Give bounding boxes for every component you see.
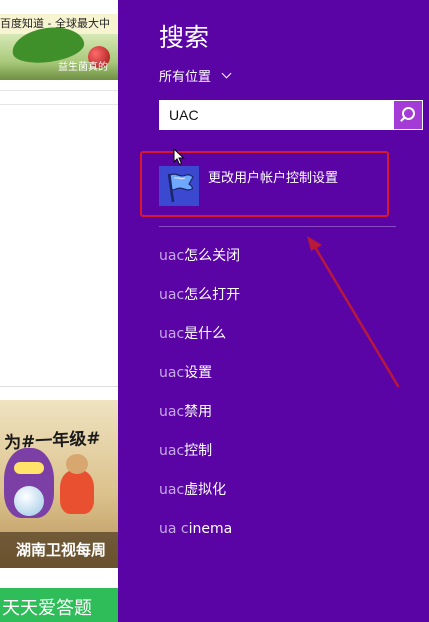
suggestion-query-prefix: uac (159, 248, 185, 264)
suggestion-text: 控制 (184, 443, 213, 459)
suggestion-query-prefix: uac (159, 287, 185, 303)
suggestion-query-prefix: uac (159, 404, 185, 420)
suggestion-item[interactable]: uac禁用 (159, 394, 396, 433)
suggestion-item[interactable]: uac怎么关闭 (159, 238, 396, 277)
suggestion-query-prefix: uac (159, 443, 185, 459)
quiz-banner-text: 天天爱答题 (2, 598, 92, 619)
suggestion-text: 虚拟化 (184, 482, 227, 498)
search-scope-dropdown[interactable]: 所有位置 (159, 66, 232, 85)
ad-banner-text: 益生菌真的 (58, 62, 108, 73)
search-charm-panel: 搜索 所有位置 更改用户帐户控制设置 uac怎么关闭uac怎么打开uac是什么u… (118, 0, 429, 622)
ad-banner[interactable]: 益生菌真的 (0, 23, 118, 80)
cartoon-kid-image (60, 454, 94, 514)
panel-title: 搜索 (159, 23, 210, 52)
tv-promo-image[interactable]: 为#一年级# 湖南卫视每周 (0, 400, 118, 568)
divider (0, 104, 118, 105)
suggestion-item[interactable]: uac设置 (159, 355, 396, 394)
suggestion-text: inema (188, 521, 233, 537)
suggestion-text: 怎么关闭 (184, 248, 241, 264)
suggestion-query-prefix: uac (159, 482, 185, 498)
search-button[interactable] (394, 101, 422, 129)
suggestion-list: uac怎么关闭 uac怎么打开 uac是什么 uac设置 uac禁用 uac控制 uac虚拟… (159, 238, 396, 550)
promo-caption: 湖南卫视每周 (0, 532, 118, 568)
mouse-cursor-icon (173, 148, 185, 166)
suggestion-text: 怎么打开 (184, 287, 241, 303)
results-divider (159, 226, 396, 227)
divider (0, 90, 118, 91)
suggestion-item[interactable]: uac是什么 (159, 316, 396, 355)
suggestion-text: 禁用 (184, 404, 213, 420)
suggestion-item[interactable]: uac怎么打开 (159, 277, 396, 316)
uac-flag-icon (159, 166, 199, 206)
suggestion-query-prefix: uac (159, 365, 185, 381)
scope-label: 所有位置 (159, 70, 212, 85)
chevron-down-icon (221, 68, 232, 79)
suggestion-item[interactable]: uac控制 (159, 433, 396, 472)
suggestion-query-prefix: uac (159, 326, 185, 342)
suggestion-text: 设置 (184, 365, 213, 381)
crystal-ball-image (14, 486, 44, 516)
top-result-item[interactable]: 更改用户帐户控制设置 (149, 159, 392, 215)
suggestion-item[interactable]: ua cinema (159, 511, 396, 550)
divider (0, 386, 118, 387)
suggestion-query-prefix: ua c (159, 521, 189, 537)
search-input[interactable] (160, 101, 394, 129)
suggestion-text: 是什么 (184, 326, 227, 342)
background-browser-window: 百度知道 - 全球最大中 益生菌真的 为#一年级# 湖南卫视每周 天天爱答题 (0, 0, 118, 622)
quiz-banner[interactable]: 天天爱答题 (0, 588, 118, 622)
suggestion-item[interactable]: uac虚拟化 (159, 472, 396, 511)
top-result-label: 更改用户帐户控制设置 (208, 171, 339, 186)
search-box (159, 100, 423, 130)
